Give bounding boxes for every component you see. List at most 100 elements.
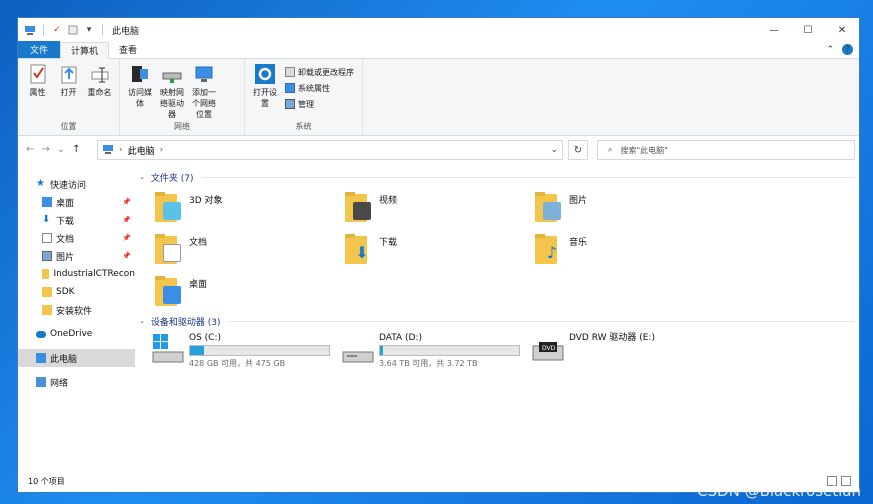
group-network: 访问媒体 映射网络驱动器 添加一个网络位置 网络 [120,59,245,136]
desktop-icon [42,197,52,207]
folder-item-pictures[interactable]: 图片 [535,188,725,226]
refresh-icon[interactable]: ↻ [568,140,588,160]
pc-icon [102,144,114,157]
pc-icon [36,353,46,363]
network-location-icon [193,62,215,86]
watermark: CSDN @Blackrosetian [697,482,861,500]
star-icon: ★ [36,178,45,189]
folder-icon [42,305,52,315]
title-bar: ✓ ▾ 此电脑 — ☐ ✕ [18,18,859,42]
address-dropdown-icon[interactable]: ⌄ [550,145,558,155]
folder-item-3d-objects[interactable]: 3D 对象 [155,188,345,226]
collapse-chevron-icon[interactable]: ⌄ [139,317,145,325]
sidebar-item-quick-access[interactable]: ★ 快速访问 [18,175,135,193]
tab-computer[interactable]: 计算机 [60,42,110,59]
folder-item-documents[interactable]: 文档 [155,230,345,268]
documents-icon [42,233,52,243]
pin-icon[interactable]: 📌 [122,198,131,206]
group-location: 属性 打开 重命名 位置 [18,59,120,136]
folder-item-desktop[interactable]: 桌面 [155,272,345,310]
collapse-chevron-icon[interactable]: ⌄ [139,173,145,181]
manage-button[interactable]: 管理 [285,97,354,111]
pictures-folder-icon [535,188,567,224]
help-icon[interactable]: ? [842,44,853,55]
navigation-pane: ★ 快速访问 桌面 📌 ⬇ 下载 📌 文档 📌 图片 📌 IndustrialC… [18,175,135,390]
group-system: 打开设置 卸载或更改程序 系统属性 管理 系统 [245,59,363,136]
folder-item-downloads[interactable]: ⬇ 下载 [345,230,535,268]
sidebar-item-sdk[interactable]: SDK [18,283,135,301]
sidebar-item-documents[interactable]: 文档 📌 [18,229,135,247]
system-properties-button[interactable]: 系统属性 [285,81,354,95]
pictures-icon [42,251,52,261]
forward-arrow-icon[interactable]: → [41,144,49,155]
system-properties-icon [285,83,295,93]
sidebar-item-install-software[interactable]: 安装软件 [18,301,135,319]
breadcrumb-this-pc[interactable]: 此电脑 [128,144,155,157]
address-bar-row: ← → ⌄ ↑ › 此电脑 › ⌄ ↻ ⌕ 搜索"此电脑" [18,136,859,162]
close-button[interactable]: ✕ [825,18,859,42]
sidebar-item-desktop[interactable]: 桌面 📌 [18,193,135,211]
drive-usage-fill [190,346,204,355]
pc-icon [24,24,36,36]
window-title: 此电脑 [112,26,140,37]
explorer-window: ✓ ▾ 此电脑 — ☐ ✕ 文件 计算机 查看 ⌃ ? 属性 打开 重命名 位置… [17,17,860,493]
media-icon [129,62,151,86]
recent-locations-chevron-icon[interactable]: ⌄ [57,144,65,155]
quick-access-toolbar: ✓ ▾ 此电脑 [18,18,139,42]
svg-text:DVD: DVD [542,345,556,352]
maximize-button[interactable]: ☐ [791,18,825,42]
sidebar-item-network[interactable]: 网络 [18,373,135,391]
drive-item-d[interactable]: DATA (D:) 3.64 TB 可用，共 3.72 TB [341,332,531,372]
drive-item-c[interactable]: OS (C:) 428 GB 可用，共 475 GB [151,332,341,372]
drive-item-e[interactable]: DVD DVD RW 驱动器 (E:) [531,332,721,372]
desktop-folder-icon [155,272,187,308]
pin-icon[interactable]: 📌 [122,234,131,242]
system-drive-icon [151,332,187,368]
folder-item-videos[interactable]: 视频 [345,188,535,226]
ribbon-collapse-icon[interactable]: ⌃ [826,45,834,55]
manage-icon [285,99,295,109]
sidebar-item-this-pc[interactable]: 此电脑 [18,349,135,367]
sidebar-item-pictures[interactable]: 图片 📌 [18,247,135,265]
download-arrow-icon: ⬇ [42,214,51,225]
dvd-drive-icon: DVD [531,332,567,368]
address-box[interactable]: › 此电脑 › ⌄ [97,140,563,160]
sidebar-item-downloads[interactable]: ⬇ 下载 📌 [18,211,135,229]
downloads-folder-icon: ⬇ [345,230,377,266]
uninstall-programs-button[interactable]: 卸载或更改程序 [285,65,354,79]
section-header-folders[interactable]: ⌄ 文件夹 (7) [139,170,854,184]
properties-icon [27,62,49,86]
item-count: 10 个项目 [28,476,65,486]
3d-objects-folder-icon [155,188,187,224]
folder-icon [42,269,50,279]
search-input[interactable]: ⌕ 搜索"此电脑" [597,140,855,160]
sidebar-item-onedrive[interactable]: OneDrive [18,325,135,343]
properties-quick-icon[interactable]: ✓ [51,24,63,36]
rename-icon [89,62,111,86]
up-arrow-icon[interactable]: ↑ [72,144,80,155]
folder-item-music[interactable]: ♪ 音乐 [535,230,725,268]
group-label-network: 网络 [174,122,190,131]
map-drive-icon [161,62,183,86]
hard-drive-icon [341,332,377,368]
back-arrow-icon[interactable]: ← [26,144,34,155]
videos-folder-icon [345,188,377,224]
search-placeholder: 搜索"此电脑" [620,145,668,155]
settings-gear-icon [254,62,276,86]
cloud-icon [36,330,46,338]
search-icon: ⌕ [608,145,613,154]
minimize-button[interactable]: — [757,18,791,42]
tab-file[interactable]: 文件 [18,41,61,58]
breadcrumb-separator-icon[interactable]: › [160,145,164,155]
tab-view[interactable]: 查看 [109,41,147,58]
pin-icon[interactable]: 📌 [122,216,131,224]
ribbon-tabs: 文件 计算机 查看 ⌃ ? [18,41,859,59]
customize-dropdown-icon[interactable]: ▾ [83,24,95,36]
new-folder-quick-icon[interactable] [67,24,79,36]
pin-icon[interactable]: 📌 [122,252,131,260]
open-icon [58,62,80,86]
sidebar-item-industrialctrecon[interactable]: IndustrialCTRecon [18,265,135,283]
breadcrumb-separator-icon[interactable]: › [119,145,123,155]
section-header-devices[interactable]: ⌄ 设备和驱动器 (3) [139,314,854,328]
drive-usage-bar [189,345,330,356]
